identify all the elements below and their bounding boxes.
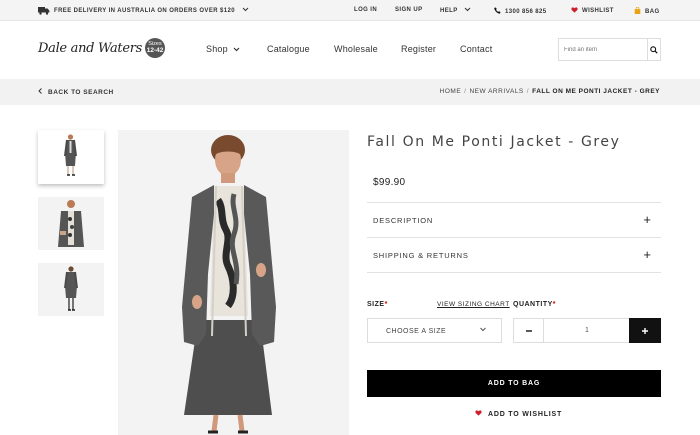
product-thumbnail[interactable] [38, 197, 104, 250]
size-select-value: CHOOSE A SIZE [386, 328, 447, 335]
add-to-bag-button[interactable]: ADD TO BAG [367, 370, 661, 397]
chevron-left-icon [38, 88, 42, 96]
chevron-down-icon [464, 7, 471, 14]
nav-wholesale[interactable]: Wholesale [334, 44, 378, 54]
signup-link[interactable]: SIGN UP [395, 7, 422, 13]
nav-shop[interactable]: Shop [206, 44, 240, 54]
nav-contact[interactable]: Contact [460, 44, 492, 54]
model-wearing-jacket-image [182, 135, 276, 434]
chevron-down-icon [479, 325, 487, 335]
heart-icon [571, 7, 578, 15]
wishlist-label: WISHLIST [582, 8, 614, 14]
quantity-increase-button[interactable] [629, 318, 661, 343]
chevron-down-icon [242, 7, 249, 14]
model-closeup-thumbnail-image [58, 200, 84, 247]
heart-icon [475, 410, 482, 418]
breadcrumb-separator: / [526, 88, 530, 95]
product-title: Fall On Me Ponti Jacket - Grey [367, 134, 621, 150]
nav-register[interactable]: Register [401, 44, 436, 54]
quantity-stepper: 1 [513, 318, 661, 343]
chevron-down-icon [233, 44, 240, 54]
bag-icon [634, 6, 641, 16]
accordion-description-label: DESCRIPTION [373, 216, 434, 225]
accordion-description[interactable]: DESCRIPTION + [367, 202, 661, 238]
size-select[interactable]: CHOOSE A SIZE [367, 318, 502, 343]
product-price: $99.90 [373, 177, 406, 188]
quantity-input[interactable]: 1 [544, 319, 630, 342]
breadcrumb-new-arrivals[interactable]: NEW ARRIVALS [469, 88, 523, 95]
add-to-wishlist-label: ADD TO WISHLIST [488, 410, 563, 418]
search-box [558, 38, 661, 61]
delivery-promo[interactable]: FREE DELIVERY IN AUSTRALIA ON ORDERS OVE… [38, 7, 249, 15]
bag-label: BAG [645, 8, 660, 15]
truck-icon [38, 7, 50, 15]
back-to-search-link[interactable]: BACK TO SEARCH [38, 88, 114, 96]
product-thumbnail[interactable] [38, 263, 104, 316]
plus-icon: + [643, 212, 651, 227]
search-icon [650, 41, 658, 59]
logo-badge-range: 12-42 [146, 46, 164, 54]
phone-link[interactable]: 1300 856 825 [494, 7, 547, 16]
logo-size-badge: Sizes 12-42 [145, 38, 166, 58]
add-to-wishlist-link[interactable]: ADD TO WISHLIST [475, 410, 562, 418]
search-input[interactable] [559, 39, 647, 60]
nav-catalogue[interactable]: Catalogue [267, 44, 310, 54]
quantity-label-text: QUANTITY [513, 301, 553, 308]
logo[interactable]: Dale and Waters Sizes 12-42 [38, 38, 166, 58]
required-marker: * [384, 301, 388, 308]
minus-icon [525, 324, 533, 338]
quantity-decrease-button[interactable] [514, 319, 544, 342]
breadcrumb-current: FALL ON ME PONTI JACKET - GREY [532, 88, 660, 95]
model-front-thumbnail-image [64, 134, 77, 176]
view-sizing-chart-link[interactable]: VIEW SIZING CHART [437, 301, 510, 308]
delivery-promo-text: FREE DELIVERY IN AUSTRALIA ON ORDERS OVE… [54, 7, 235, 14]
size-label: SIZE* [367, 301, 388, 308]
required-marker: * [552, 301, 557, 308]
phone-number: 1300 856 825 [505, 8, 547, 15]
breadcrumb-separator: / [464, 88, 467, 95]
nav-shop-label: Shop [206, 44, 228, 54]
search-button[interactable] [647, 39, 660, 60]
bag-link[interactable]: BAG [634, 6, 660, 16]
wishlist-link[interactable]: WISHLIST [571, 7, 614, 15]
site-header: Dale and Waters Sizes 12-42 Shop Catalog… [0, 21, 700, 79]
plus-icon: + [643, 247, 651, 262]
back-to-search-label: BACK TO SEARCH [48, 88, 114, 96]
logo-text: Dale and Waters [38, 40, 143, 56]
breadcrumb-bar: BACK TO SEARCH HOME / NEW ARRIVALS / FAL… [0, 79, 700, 105]
size-label-text: SIZE [367, 301, 385, 308]
product-main-image[interactable] [118, 130, 349, 435]
model-back-thumbnail-image [64, 266, 78, 311]
breadcrumb-home[interactable]: HOME [440, 88, 462, 95]
product-thumbnail[interactable] [38, 130, 104, 184]
plus-icon [641, 323, 649, 338]
phone-icon [494, 7, 501, 16]
help-label: HELP [440, 8, 458, 14]
quantity-label: QUANTITY* [513, 301, 556, 308]
login-link[interactable]: LOG IN [354, 7, 377, 13]
accordion-shipping-label: SHIPPING & RETURNS [373, 251, 469, 260]
help-menu[interactable]: HELP [440, 7, 471, 14]
utility-bar: FREE DELIVERY IN AUSTRALIA ON ORDERS OVE… [0, 0, 700, 21]
accordion-shipping-returns[interactable]: SHIPPING & RETURNS + [367, 237, 661, 273]
breadcrumb: HOME / NEW ARRIVALS / FALL ON ME PONTI J… [440, 88, 660, 95]
